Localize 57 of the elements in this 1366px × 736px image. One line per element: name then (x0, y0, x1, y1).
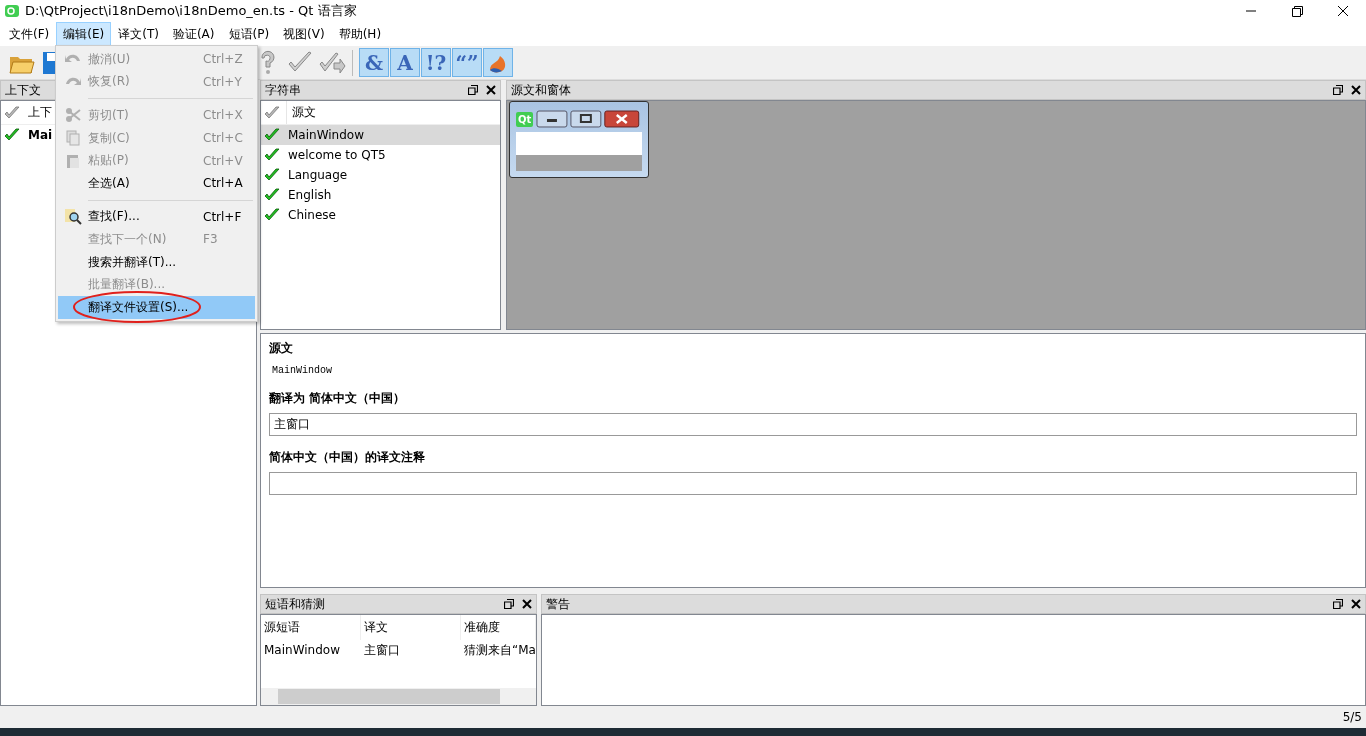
float-icon[interactable] (1333, 599, 1343, 609)
toggle-button[interactable]: !? (421, 48, 451, 77)
table-cell-text: 主窗口 (363, 641, 401, 659)
qt-logo: Qt (516, 111, 534, 127)
column-header: 源文 (292, 104, 316, 121)
check-icon (4, 105, 20, 120)
menu-item[interactable]: 查找(F)... Ctrl+F (58, 205, 255, 229)
menu-title[interactable]: 译文(T) (111, 21, 166, 47)
translation-field[interactable]: 主窗口 (269, 413, 1357, 436)
toggle-button[interactable]: “” (452, 48, 482, 77)
copy-icon (66, 130, 80, 147)
close-icon[interactable] (1351, 85, 1361, 95)
toggle-button[interactable] (483, 48, 513, 77)
list-item[interactable]: English (288, 188, 332, 202)
dock-title: 字符串 (265, 81, 301, 99)
menu-title[interactable]: 文件(F) (2, 21, 57, 47)
magnifier-icon (64, 207, 82, 226)
dock-title: 短语和猜测 (265, 595, 325, 613)
float-icon[interactable] (504, 599, 514, 609)
close-icon[interactable] (1351, 599, 1361, 609)
list-item[interactable]: Language (288, 168, 348, 182)
list-item[interactable]: welcome to QT5 (288, 148, 386, 162)
menu-item[interactable]: 全选(A) Ctrl+A (58, 171, 255, 195)
menu-title[interactable]: 验证(A) (165, 21, 222, 47)
status-text: 5/5 (1342, 710, 1362, 724)
table-cell-text: MainWindow (263, 642, 341, 659)
scissors-icon (65, 107, 81, 124)
list-item[interactable]: Mai (28, 128, 53, 142)
column-header: 源短语 (261, 615, 361, 640)
source-label: 源文 (269, 340, 294, 357)
close-icon[interactable] (522, 599, 532, 609)
column-header: 上下 (28, 104, 52, 121)
dock-title: 警告 (546, 595, 570, 613)
app-icon (4, 3, 20, 19)
close-icon[interactable] (486, 85, 496, 95)
float-icon[interactable] (468, 85, 478, 95)
menu-title[interactable]: 视图(V) (276, 21, 332, 47)
column-header: 准确度 (461, 615, 536, 640)
comment-field[interactable] (269, 472, 1357, 495)
menu-title[interactable]: 短语(P) (221, 21, 277, 47)
window-title: D:\QtProject\i18nDemo\i18nDemo_en.ts - Qt 语言家 (25, 2, 357, 20)
toggle-button[interactable]: & (359, 48, 389, 77)
column-header: 译文 (361, 615, 461, 640)
list-item[interactable]: Chinese (288, 208, 336, 222)
table-cell-text: 猜测来自“Ma (463, 641, 536, 659)
float-icon[interactable] (1333, 85, 1343, 95)
dock-title: 源文和窗体 (511, 81, 571, 99)
menu-item[interactable]: 搜索并翻译(T)... (58, 250, 255, 274)
comment-label: 简体中文（中国）的译文注释 (269, 449, 426, 466)
translation-label: 翻译为 简体中文（中国） (269, 390, 407, 407)
menu-title[interactable]: 帮助(H) (331, 21, 389, 47)
dock-title: 上下文 (5, 81, 41, 99)
scroll-bar[interactable] (261, 688, 536, 705)
source-text: MainWindow (272, 365, 333, 376)
check-icon (264, 105, 280, 120)
paste-icon (66, 152, 80, 169)
toggle-button[interactable]: A (390, 48, 420, 77)
